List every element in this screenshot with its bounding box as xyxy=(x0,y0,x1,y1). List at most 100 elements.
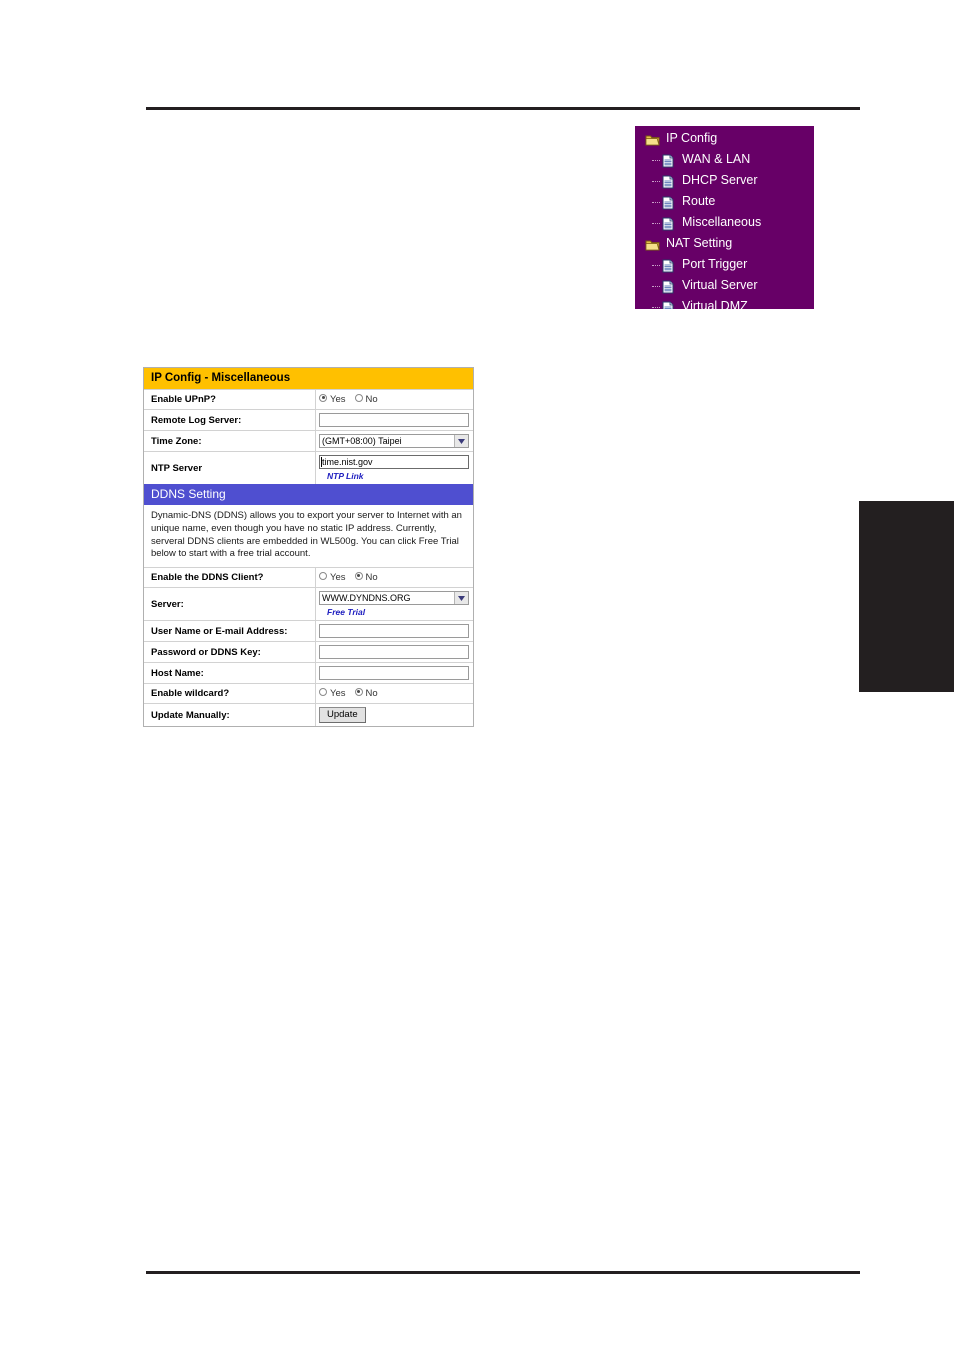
password-label: Password or DDNS Key: xyxy=(144,642,316,663)
time-zone-label: Time Zone: xyxy=(144,431,316,451)
nav-item-label: Route xyxy=(682,194,716,208)
ntp-server-label: NTP Server xyxy=(144,452,316,484)
page-icon xyxy=(661,154,676,168)
table-row: Remote Log Server: xyxy=(144,409,473,430)
ip-config-miscellaneous-form: IP Config - Miscellaneous Enable UPnP? Y… xyxy=(143,367,474,728)
router-navigation-panel: IP Config WAN & LAN DHCP Server Route Mi… xyxy=(635,126,814,309)
enable-upnp-yes-label: Yes xyxy=(330,394,346,405)
ntp-server-value: NTP Link xyxy=(316,452,473,484)
enable-ddns-client-radio-group: Yes No xyxy=(319,571,469,584)
password-value xyxy=(316,642,473,662)
ddns-server-label: Server: xyxy=(144,588,316,621)
ddns-server-select[interactable]: WWW.DYNDNS.ORG xyxy=(319,591,469,606)
enable-wildcard-yes-label: Yes xyxy=(330,688,346,700)
ddns-server-selected-value: WWW.DYNDNS.ORG xyxy=(322,593,411,604)
enable-ddns-client-no-label: No xyxy=(365,572,378,584)
user-name-input[interactable] xyxy=(319,624,469,639)
table-row: Host Name: xyxy=(144,662,473,684)
text-caret xyxy=(321,457,322,467)
enable-upnp-value: Yes No xyxy=(316,390,473,409)
host-name-input[interactable] xyxy=(319,666,469,681)
enable-ddns-client-label: Enable the DDNS Client? xyxy=(144,568,316,588)
nav-item-route[interactable]: Route xyxy=(635,192,814,213)
tree-connector xyxy=(652,180,660,183)
chevron-down-icon[interactable] xyxy=(454,592,468,605)
folder-icon xyxy=(645,133,660,147)
time-zone-value: (GMT+08:00) Taipei xyxy=(316,431,473,451)
enable-upnp-no-label: No xyxy=(365,394,378,405)
page-footer-rule xyxy=(146,1271,860,1274)
host-name-value xyxy=(316,663,473,683)
nav-item-virtual-dmz[interactable]: Virtual DMZ xyxy=(635,297,814,309)
user-name-value xyxy=(316,621,473,641)
nav-item-label: Virtual Server xyxy=(682,278,758,292)
table-row: Enable the DDNS Client? Yes No xyxy=(144,567,473,588)
enable-ddns-client-yes-label: Yes xyxy=(330,572,346,584)
enable-wildcard-yes-radio[interactable] xyxy=(319,687,327,696)
remote-log-server-label: Remote Log Server: xyxy=(144,410,316,430)
page-edge-tab xyxy=(859,501,954,692)
page-icon xyxy=(661,280,676,294)
nav-item-nat-setting[interactable]: NAT Setting xyxy=(635,234,814,255)
enable-wildcard-no-radio[interactable] xyxy=(354,687,363,696)
enable-ddns-client-no-radio[interactable] xyxy=(354,571,363,580)
update-manually-value: Update xyxy=(316,704,473,726)
ntp-server-input-wrap xyxy=(319,455,469,469)
ddns-server-value: WWW.DYNDNS.ORG Free Trial xyxy=(316,588,473,620)
tree-connector xyxy=(652,264,660,267)
nav-item-label: Miscellaneous xyxy=(682,215,762,229)
enable-upnp-yes-radio[interactable] xyxy=(319,393,327,402)
enable-wildcard-no-label: No xyxy=(365,688,378,700)
nav-item-miscellaneous[interactable]: Miscellaneous xyxy=(635,213,814,234)
page-icon xyxy=(661,196,676,210)
nav-item-label: Virtual DMZ xyxy=(682,299,748,309)
nav-item-label: IP Config xyxy=(666,131,718,145)
enable-ddns-client-yes-radio[interactable] xyxy=(319,571,327,580)
tree-connector xyxy=(652,201,660,204)
table-row: Update Manually: Update xyxy=(144,703,473,727)
nav-item-wan-lan[interactable]: WAN & LAN xyxy=(635,150,814,171)
update-button[interactable]: Update xyxy=(319,707,366,724)
password-input[interactable] xyxy=(319,645,469,660)
nav-item-ip-config[interactable]: IP Config xyxy=(635,129,814,150)
user-name-label: User Name or E-mail Address: xyxy=(144,621,316,642)
update-manually-label: Update Manually: xyxy=(144,704,316,727)
enable-upnp-no-radio[interactable] xyxy=(354,393,363,402)
nav-item-label: NAT Setting xyxy=(666,236,733,250)
table-row: Enable UPnP? Yes No xyxy=(144,389,473,409)
table-row: Password or DDNS Key: xyxy=(144,641,473,663)
free-trial-link[interactable]: Free Trial xyxy=(319,607,469,617)
tree-connector xyxy=(652,306,660,309)
page-icon xyxy=(661,259,676,273)
nav-item-virtual-server[interactable]: Virtual Server xyxy=(635,276,814,297)
nav-item-dhcp-server[interactable]: DHCP Server xyxy=(635,171,814,192)
chevron-down-icon[interactable] xyxy=(454,435,468,447)
ntp-link[interactable]: NTP Link xyxy=(319,471,469,481)
remote-log-server-input[interactable] xyxy=(319,413,469,427)
host-name-label: Host Name: xyxy=(144,663,316,684)
page-icon xyxy=(661,175,676,189)
page-title: IP Config - Miscellaneous xyxy=(144,368,473,389)
time-zone-select[interactable]: (GMT+08:00) Taipei xyxy=(319,434,469,448)
nav-item-label: Port Trigger xyxy=(682,257,748,271)
enable-wildcard-radio-group: Yes No xyxy=(319,687,469,700)
nav-item-port-trigger[interactable]: Port Trigger xyxy=(635,255,814,276)
nav-item-label: DHCP Server xyxy=(682,173,758,187)
table-row: Time Zone: (GMT+08:00) Taipei xyxy=(144,430,473,451)
table-row: Enable wildcard? Yes No xyxy=(144,683,473,704)
enable-upnp-label: Enable UPnP? xyxy=(144,390,316,409)
ntp-server-input[interactable] xyxy=(319,455,469,469)
time-zone-selected-value: (GMT+08:00) Taipei xyxy=(322,436,402,446)
folder-icon xyxy=(645,238,660,252)
page-icon xyxy=(661,217,676,231)
enable-upnp-radio-group: Yes No xyxy=(319,393,469,405)
table-row: User Name or E-mail Address: xyxy=(144,620,473,642)
tree-connector xyxy=(652,222,660,225)
page-icon xyxy=(661,301,676,309)
table-row: NTP Server NTP Link xyxy=(144,451,473,484)
tree-connector xyxy=(652,159,660,162)
enable-wildcard-value: Yes No xyxy=(316,684,473,703)
ddns-description: Dynamic-DNS (DDNS) allows you to export … xyxy=(151,510,462,560)
tree-connector xyxy=(652,285,660,288)
page-header-rule xyxy=(146,107,860,110)
